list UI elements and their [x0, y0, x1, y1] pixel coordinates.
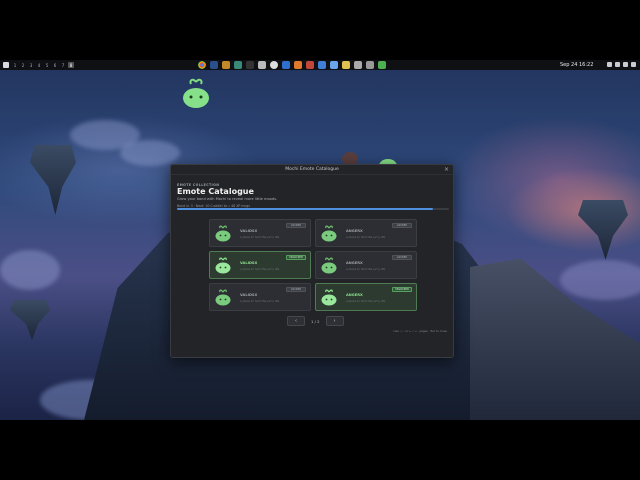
workspace-switcher: 12345678: [12, 62, 74, 68]
workspace-6[interactable]: 6: [52, 62, 58, 68]
close-icon[interactable]: ×: [444, 166, 449, 173]
emote-description: a place to hold the ev'ry life: [240, 267, 280, 271]
system-tray: [607, 62, 636, 67]
mochi-slime-mascot[interactable]: [181, 78, 211, 108]
editor-icon[interactable]: [258, 61, 266, 69]
pagination: ‹ 1 / 2 ›: [287, 316, 344, 326]
slime-emote-icon: [321, 289, 337, 306]
app-icon[interactable]: [282, 61, 290, 69]
monitor-icon[interactable]: [366, 61, 374, 69]
volume-icon[interactable]: [615, 62, 620, 67]
slime-emote-icon: [215, 225, 231, 242]
workspace-3[interactable]: 3: [28, 62, 34, 68]
terminal-icon[interactable]: [246, 61, 254, 69]
floating-island: [578, 200, 628, 260]
mochi-app-icon[interactable]: [378, 61, 386, 69]
emote-name: ANGERX: [346, 229, 363, 233]
letterbox-bottom: [0, 420, 640, 480]
emote-card[interactable]: VALIDSX a place to hold the ev'ry life UNL…: [209, 251, 311, 279]
files-icon[interactable]: [234, 61, 242, 69]
slime-emote-icon: [321, 257, 337, 274]
emote-card[interactable]: ANGERX a place to hold the ev'ry life LOCK…: [315, 219, 417, 247]
floating-island: [30, 145, 76, 215]
page-indicator: 1 / 2: [311, 318, 320, 324]
slime-emote-icon: [215, 289, 231, 306]
window-titlebar[interactable]: Mochi Emote Catalogue ×: [171, 165, 453, 175]
workspace-5[interactable]: 5: [44, 62, 50, 68]
app-icon[interactable]: [222, 61, 230, 69]
brush-icon[interactable]: [342, 61, 350, 69]
emote-status-badge: LOCKED: [286, 287, 306, 292]
keyboard-hint: Use ‹ / › or ← / → · pages · Esc to clos…: [393, 329, 447, 333]
network-icon[interactable]: [607, 62, 612, 67]
emote-description: a place to hold the ev'ry life: [346, 235, 386, 239]
power-icon[interactable]: [631, 62, 636, 67]
emote-description: a place to hold the ev'ry life: [240, 299, 280, 303]
emote-card[interactable]: VALIDSX a place to hold the ev'ry life LOC…: [209, 219, 311, 247]
pin-icon[interactable]: [330, 61, 338, 69]
emote-name: ANGERX: [346, 261, 363, 265]
page-title: Emote Catalogue: [177, 187, 254, 196]
workspace-1[interactable]: 1: [12, 62, 18, 68]
emote-card[interactable]: ANGERX a place to hold the ev'ry life UNLO…: [315, 283, 417, 311]
menu-icon[interactable]: [3, 62, 9, 68]
bond-progress-bar: [177, 208, 449, 210]
settings-icon[interactable]: [270, 61, 278, 69]
gift-icon[interactable]: [306, 61, 314, 69]
letterbox-top: [0, 0, 640, 60]
emote-card[interactable]: VALIDSX a place to hold the ev'ry life LOC…: [209, 283, 311, 311]
fox-icon[interactable]: [294, 61, 302, 69]
emote-status-badge: UNLOCKED: [286, 255, 306, 260]
battery-icon[interactable]: [623, 62, 628, 67]
emote-description: a place to hold the ev'ry life: [346, 267, 386, 271]
floating-island: [10, 300, 50, 340]
emote-status-badge: LOCKED: [286, 223, 306, 228]
slime-emote-icon: [215, 257, 231, 274]
cloud: [120, 140, 180, 166]
clock: Sep 24 16:22: [560, 62, 594, 68]
emote-status-badge: UNLOCKED: [392, 287, 412, 292]
emote-status-badge: LOCKED: [392, 223, 412, 228]
emote-description: a place to hold the ev'ry life: [240, 235, 280, 239]
app-dock: [198, 61, 386, 69]
emote-card[interactable]: ANGERX a place to hold the ev'ry life LOCK…: [315, 251, 417, 279]
emote-name: VALIDSX: [240, 229, 258, 233]
workspace-8[interactable]: 8: [68, 62, 74, 68]
taskbar: 12345678 Sep 24 16:22: [0, 60, 640, 70]
emote-catalogue-window: Mochi Emote Catalogue × EMOTE COLLECTION…: [170, 164, 454, 358]
emote-status-badge: LOCKED: [392, 255, 412, 260]
puzzle-icon[interactable]: [318, 61, 326, 69]
camera-icon[interactable]: [354, 61, 362, 69]
slime-emote-icon: [321, 225, 337, 242]
cloud: [560, 260, 640, 300]
workspace-2[interactable]: 2: [20, 62, 26, 68]
browser-icon[interactable]: [198, 61, 206, 69]
desktop: 12345678 Sep 24 16:22 Mochi Emote Catalo…: [0, 60, 640, 420]
prev-page-button[interactable]: ‹: [287, 316, 305, 326]
bond-progress-fill: [177, 208, 433, 210]
cloud: [0, 250, 60, 290]
emote-name: ANGERX: [346, 293, 363, 297]
window-icon[interactable]: [210, 61, 218, 69]
emote-name: VALIDSX: [240, 293, 258, 297]
next-page-button[interactable]: ›: [325, 316, 344, 326]
window-title: Mochi Emote Catalogue: [285, 167, 339, 172]
emote-description: a place to hold the ev'ry life: [346, 299, 386, 303]
emote-grid: VALIDSX a place to hold the ev'ry life LOC…: [209, 219, 417, 311]
emote-name: VALIDSX: [240, 261, 258, 265]
workspace-4[interactable]: 4: [36, 62, 42, 68]
workspace-7[interactable]: 7: [60, 62, 66, 68]
page-subtitle: Grow your bond with Mochi to reveal more…: [177, 197, 278, 201]
